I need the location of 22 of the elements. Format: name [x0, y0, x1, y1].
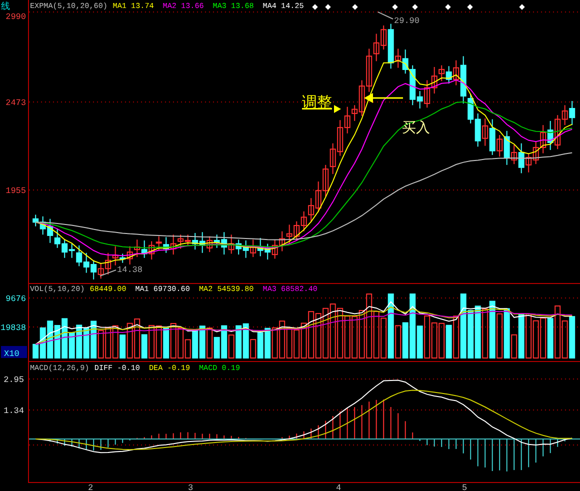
axis-label: 2990 [6, 12, 26, 22]
axis-label: 9676 [6, 294, 26, 304]
high-leader-line [378, 12, 394, 20]
unit-label: X10 [4, 349, 20, 359]
x-axis-label: 5 [462, 483, 468, 491]
x-axis-label: 2 [88, 483, 94, 491]
arrow-right-icon [334, 105, 341, 113]
annotation-text: 调整 [302, 93, 332, 111]
axis-label: 1.34 [4, 406, 24, 416]
low-price-label: 14.38 [117, 265, 143, 275]
annotation-text: 买入 [402, 120, 430, 136]
chart-title: 线 [1, 2, 10, 12]
axis-label: 19838 [0, 323, 26, 333]
arrow-left-icon [364, 93, 403, 103]
x-axis-label: 3 [188, 483, 194, 491]
low-leader-line [100, 270, 116, 276]
high-price-label: 29.90 [394, 16, 420, 26]
unit-label-background [1, 346, 27, 358]
axis-label: 2473 [6, 98, 26, 108]
axis-label: 2.95 [4, 375, 24, 385]
x-axis-label: 4 [336, 483, 342, 491]
axis-label: 1955 [6, 186, 26, 196]
